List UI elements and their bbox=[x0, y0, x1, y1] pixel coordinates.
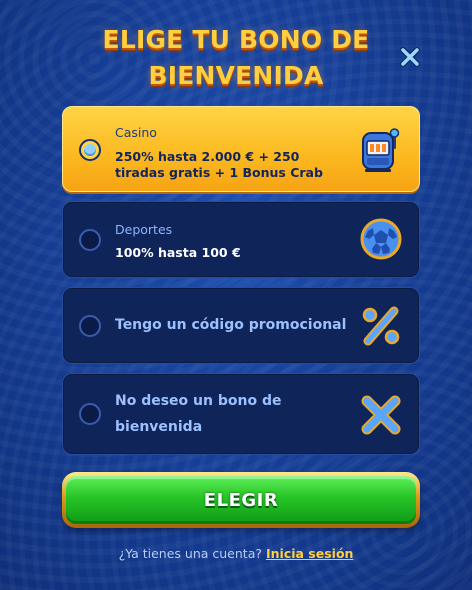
choose-bonus-button[interactable]: ELEGIR bbox=[62, 472, 420, 528]
login-link[interactable]: Inicia sesión bbox=[266, 546, 353, 561]
login-question: ¿Ya tienes una cuenta? bbox=[118, 546, 262, 561]
percent-icon bbox=[359, 304, 403, 352]
option-label-no-bonus-line2: bienvenida bbox=[115, 419, 203, 435]
slot-machine-icon bbox=[359, 127, 403, 177]
bonus-option-casino[interactable]: Casino 250% hasta 2.000 € + 250 tiradas … bbox=[62, 106, 420, 192]
title-line-2: BIENVENIDA bbox=[148, 61, 324, 90]
bonus-option-sports[interactable]: Deportes 100% hasta 100 € bbox=[62, 201, 420, 278]
modal-title: ELIGE TU BONO DE BIENVENIDA bbox=[60, 22, 412, 94]
option-description-sports: 100% hasta 100 € bbox=[115, 245, 241, 260]
radio-sports[interactable] bbox=[79, 229, 101, 251]
option-description-casino: 250% hasta 2.000 € + 250 tiradas gratis … bbox=[115, 149, 323, 180]
soccer-ball-icon bbox=[359, 217, 403, 265]
close-icon bbox=[400, 47, 420, 67]
choose-bonus-button-label: ELEGIR bbox=[203, 489, 279, 511]
option-category-sports: Deportes bbox=[115, 222, 173, 237]
radio-casino[interactable] bbox=[79, 139, 101, 161]
radio-promo-code[interactable] bbox=[79, 315, 101, 337]
choose-bonus-button-face: ELEGIR bbox=[66, 476, 416, 524]
option-label-no-bonus-line1: No deseo un bono de bbox=[115, 393, 282, 409]
bonus-option-promo-code[interactable]: Tengo un código promocional bbox=[62, 287, 420, 364]
title-line-1: ELIGE TU BONO DE bbox=[102, 25, 370, 54]
x-mark-icon bbox=[359, 393, 403, 441]
radio-no-bonus[interactable] bbox=[79, 403, 101, 425]
close-button[interactable] bbox=[398, 45, 422, 69]
option-label-promo-code: Tengo un código promocional bbox=[115, 317, 347, 333]
login-prompt: ¿Ya tienes una cuenta? Inicia sesión bbox=[0, 546, 472, 561]
bonus-option-no-bonus[interactable]: No deseo un bono de bienvenida bbox=[62, 373, 420, 455]
option-category-casino: Casino bbox=[115, 125, 157, 140]
